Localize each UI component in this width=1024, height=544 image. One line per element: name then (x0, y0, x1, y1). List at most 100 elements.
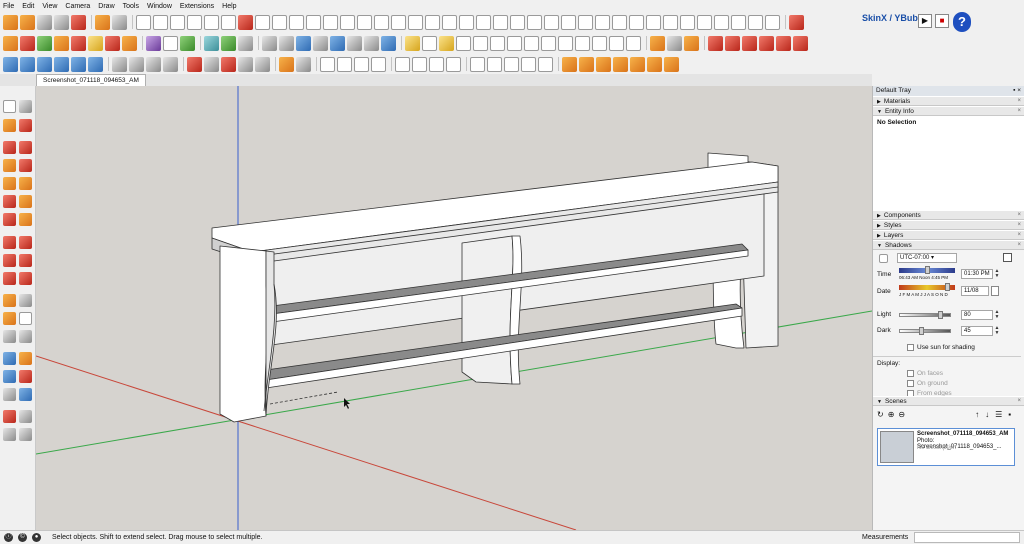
credits-icon[interactable]: © (18, 533, 27, 542)
section-plane-icon[interactable] (19, 428, 32, 441)
arc-tool-icon[interactable] (3, 195, 16, 208)
mover-icon[interactable] (153, 14, 168, 30)
menu-file[interactable]: File (3, 3, 14, 10)
scale-icon[interactable] (187, 14, 202, 30)
tray-controls[interactable]: ▪ × (1013, 86, 1021, 96)
timezone-select[interactable]: UTC-07:00 ▾ (897, 253, 957, 263)
plugin-15-icon[interactable] (262, 35, 277, 51)
component-4-icon[interactable] (238, 56, 253, 72)
close-icon[interactable]: × (1017, 107, 1021, 116)
arc-3pt-icon[interactable] (3, 213, 16, 226)
close-icon[interactable]: × (1017, 231, 1021, 240)
view-top-icon[interactable] (20, 56, 35, 72)
style-backedges-icon[interactable] (129, 56, 144, 72)
view-front-icon[interactable] (37, 56, 52, 72)
stairs-icon[interactable] (425, 14, 440, 30)
paint-bucket-icon[interactable] (3, 119, 16, 132)
section-icon[interactable] (395, 56, 410, 72)
arc-2pt-icon[interactable] (19, 213, 32, 226)
tools-icon[interactable] (296, 56, 311, 72)
lock-icon[interactable] (446, 56, 461, 72)
play-icon[interactable] (20, 14, 35, 30)
plugin-5-icon[interactable] (71, 35, 86, 51)
plugin-36-icon[interactable] (626, 35, 641, 51)
menu-edit[interactable]: Edit (22, 3, 34, 10)
dark-slider-track[interactable] (899, 329, 951, 333)
date-input[interactable]: 11/08 (961, 286, 989, 296)
plugin-43-icon[interactable] (759, 35, 774, 51)
panel-layers[interactable]: ▶ Layers × (873, 230, 1024, 240)
plugin-42-icon[interactable] (742, 35, 757, 51)
plugin-35-icon[interactable] (609, 35, 624, 51)
next-scene-icon[interactable] (54, 14, 69, 30)
measurements-input[interactable] (914, 532, 1020, 543)
pencil-icon[interactable] (3, 141, 16, 154)
style-hidden-icon[interactable] (163, 56, 178, 72)
tape-measure-icon[interactable] (3, 294, 16, 307)
plugin-17-icon[interactable] (296, 35, 311, 51)
skinx-label[interactable]: SkinX / YBub (862, 13, 918, 23)
plugin-6-icon[interactable] (88, 35, 103, 51)
scene-box-icon[interactable] (429, 56, 444, 72)
dark-input[interactable]: 45 (961, 326, 993, 336)
polygon-icon[interactable] (19, 177, 32, 190)
plugin-16-icon[interactable] (279, 35, 294, 51)
scale-tool-icon[interactable] (3, 272, 16, 285)
select-tool-icon[interactable] (3, 14, 18, 30)
rafter-icon[interactable] (595, 14, 610, 30)
text-tool-icon[interactable] (613, 56, 628, 72)
refresh-icon[interactable]: ↻ (877, 410, 884, 419)
menu-extensions[interactable]: Extensions (180, 3, 214, 10)
protractor-icon[interactable] (596, 56, 611, 72)
position-camera-icon[interactable] (3, 410, 16, 423)
circle-icon[interactable] (3, 177, 16, 190)
style-wireframe-icon[interactable] (146, 56, 161, 72)
pyramid-icon[interactable] (765, 14, 780, 30)
panel-components[interactable]: ▶ Components × (873, 210, 1024, 220)
follow-me-icon[interactable] (19, 254, 32, 267)
plugin-44-icon[interactable] (776, 35, 791, 51)
plugin-11-icon[interactable] (180, 35, 195, 51)
offset-icon[interactable] (204, 14, 219, 30)
dark-spinner[interactable]: ▲ ▼ (994, 326, 1000, 336)
on-faces-row[interactable]: On faces (907, 370, 943, 377)
bubble-icon[interactable] (664, 56, 679, 72)
make-component-icon[interactable] (19, 100, 32, 113)
siding-icon[interactable] (629, 14, 644, 30)
plugin-20-icon[interactable] (347, 35, 362, 51)
stop-icon[interactable]: ■ (935, 14, 949, 28)
time-input[interactable]: 01:30 PM (961, 269, 993, 279)
on-ground-row[interactable]: On ground (907, 380, 948, 387)
camera-view-icon[interactable] (354, 56, 369, 72)
plugin-22-icon[interactable] (381, 35, 396, 51)
plugin-1-icon[interactable] (3, 35, 18, 51)
plugin-26-icon[interactable] (456, 35, 471, 51)
view-left-icon[interactable] (88, 56, 103, 72)
move-up-icon[interactable]: ↑ (975, 410, 979, 419)
sandbox-icon[interactable] (504, 56, 519, 72)
door-tool-icon[interactable] (476, 14, 491, 30)
array-icon[interactable] (663, 14, 678, 30)
plugin-23-icon[interactable] (405, 35, 420, 51)
camera-icon[interactable] (238, 14, 253, 30)
zoom-extents-icon[interactable] (3, 388, 16, 401)
polyline-icon[interactable] (357, 14, 372, 30)
panel-styles[interactable]: ▶ Styles × (873, 220, 1024, 230)
truss-icon[interactable] (561, 14, 576, 30)
rewind-icon[interactable] (71, 14, 86, 30)
arc-icon[interactable] (306, 14, 321, 30)
panel-scenes[interactable]: ▼ Scenes × (873, 396, 1024, 406)
details-icon[interactable]: ▪ (1008, 410, 1011, 419)
menu-view[interactable]: View (42, 3, 57, 10)
panel-shadows[interactable]: ▼ Shadows × (873, 240, 1024, 250)
plugin-41-icon[interactable] (725, 35, 740, 51)
plugin-28-icon[interactable] (490, 35, 505, 51)
ruby-icon[interactable] (789, 14, 804, 30)
user-icon[interactable]: ● (32, 533, 41, 542)
plugin-2-icon[interactable] (20, 35, 35, 51)
push-pull-icon[interactable] (19, 236, 32, 249)
paint-icon[interactable] (521, 56, 536, 72)
dimension-icon[interactable] (579, 56, 594, 72)
layout-icon[interactable] (412, 56, 427, 72)
close-icon[interactable]: × (1017, 397, 1021, 406)
